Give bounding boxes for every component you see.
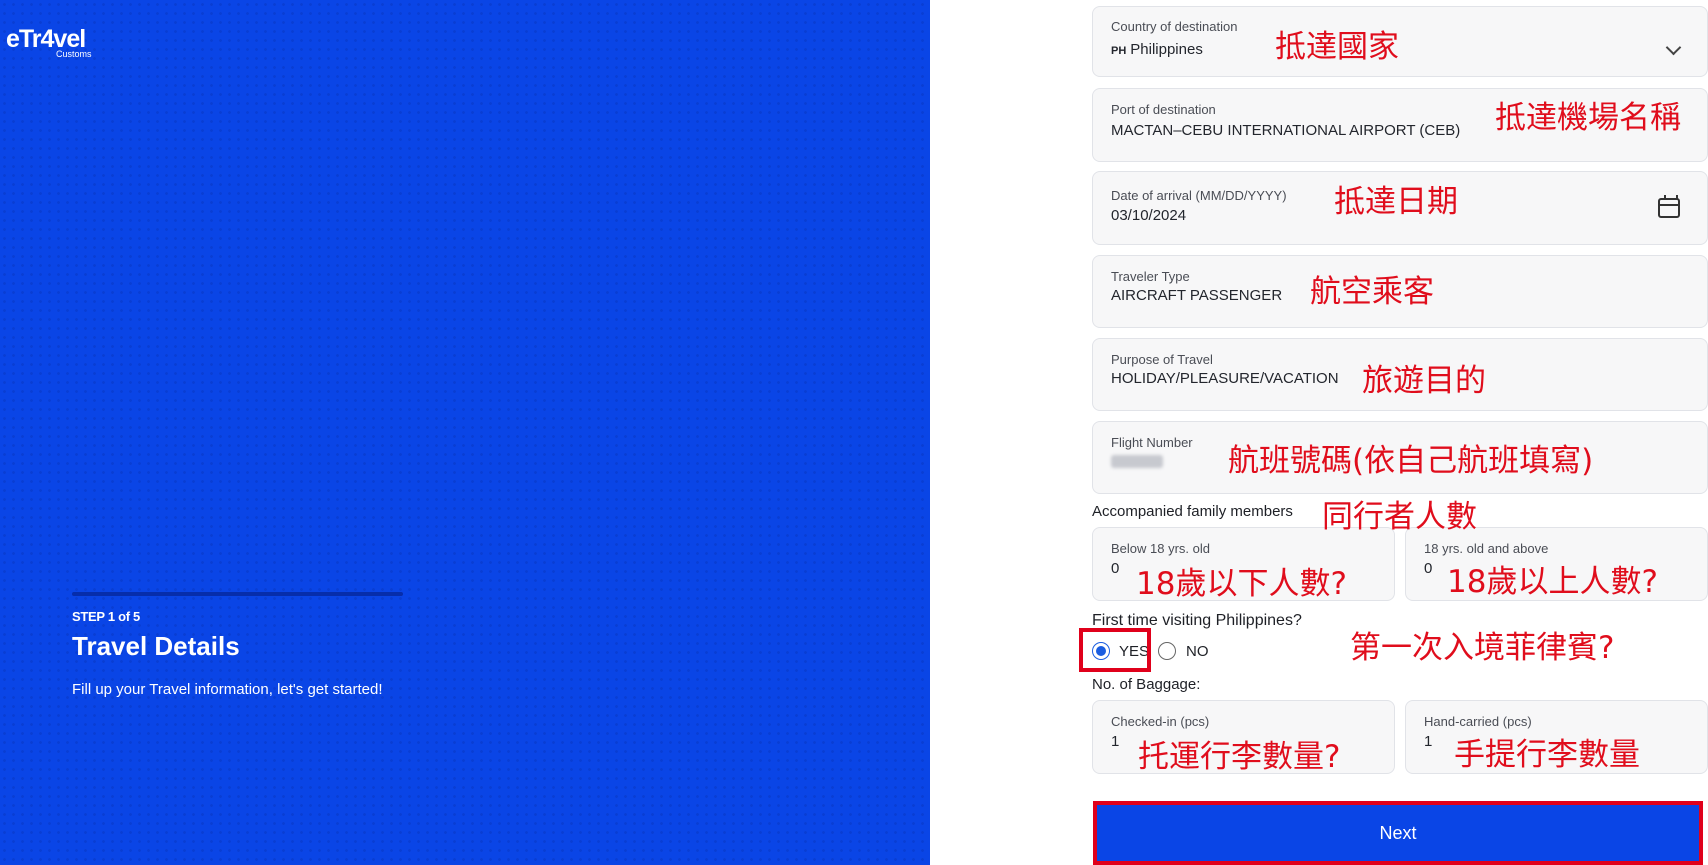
checked-in-value: 1	[1111, 733, 1120, 750]
checked-in-label: Checked-in (pcs)	[1111, 714, 1210, 729]
traveler-type-value: AIRCRAFT PASSENGER	[1111, 287, 1283, 304]
annotation-date: 抵達日期	[1334, 184, 1458, 220]
port-value: MACTAN–CEBU INTERNATIONAL AIRPORT (CEB)	[1111, 122, 1461, 139]
yes-highlight-box	[1079, 628, 1151, 672]
annotation-above18: 18歲以上人數?	[1447, 564, 1658, 600]
purpose-label: Purpose of Travel	[1111, 352, 1213, 367]
no-radio[interactable]	[1158, 642, 1176, 660]
step-indicator: STEP 1 of 5	[72, 609, 140, 624]
traveler-type-label: Traveler Type	[1111, 269, 1190, 284]
annotation-flight: 航班號碼(依自己航班填寫)	[1228, 443, 1594, 479]
redacted-flight-number	[1111, 455, 1163, 468]
above-18-label: 18 yrs. old and above	[1424, 541, 1549, 556]
page-subtitle: Fill up your Travel information, let's g…	[72, 681, 383, 698]
annotation-checked: 托運行李數量?	[1138, 739, 1341, 775]
hand-carried-label: Hand-carried (pcs)	[1424, 714, 1532, 729]
annotation-purpose: 旅遊目的	[1362, 363, 1486, 399]
purpose-value: HOLIDAY/PLEASURE/VACATION	[1111, 370, 1339, 387]
calendar-icon[interactable]	[1658, 195, 1680, 218]
country-value: PH Philippines	[1111, 41, 1203, 58]
no-radio-label[interactable]: NO	[1186, 643, 1209, 660]
country-select[interactable]: Country of destination PH Philippines	[1092, 6, 1708, 77]
annotation-hand: 手提行李數量	[1454, 737, 1640, 773]
flight-number-value	[1111, 455, 1163, 472]
above-18-value: 0	[1424, 560, 1433, 577]
annotation-below18: 18歲以下人數?	[1136, 566, 1347, 602]
annotation-first-time: 第一次入境菲律賓?	[1350, 630, 1615, 666]
page-title: Travel Details	[72, 631, 240, 661]
below-18-value: 0	[1111, 560, 1120, 577]
annotation-family: 同行者人數	[1322, 499, 1477, 535]
arrival-date-value: 03/10/2024	[1111, 207, 1187, 224]
next-button[interactable]: Next	[1093, 801, 1703, 865]
hero-panel: eTr4vel Customs STEP 1 of 5 Travel Detai…	[0, 0, 930, 865]
flight-number-label: Flight Number	[1111, 435, 1193, 450]
chevron-down-icon[interactable]	[1665, 39, 1682, 56]
baggage-label: No. of Baggage:	[1092, 676, 1201, 693]
arrival-date-label: Date of arrival (MM/DD/YYYY)	[1111, 188, 1287, 203]
below-18-label: Below 18 yrs. old	[1111, 541, 1210, 556]
annotation-port: 抵達機場名稱	[1495, 100, 1681, 136]
annotation-country: 抵達國家	[1275, 29, 1399, 65]
port-label: Port of destination	[1111, 102, 1216, 117]
country-name: Philippines	[1130, 41, 1203, 58]
family-members-label: Accompanied family members	[1092, 503, 1293, 520]
country-label: Country of destination	[1111, 19, 1238, 34]
logo-subtext: Customs	[56, 49, 92, 59]
step-progress-bar	[72, 592, 403, 596]
first-time-no-option[interactable]: NO	[1158, 637, 1209, 665]
annotation-traveler: 航空乘客	[1310, 274, 1434, 310]
etravel-logo: eTr4vel Customs	[6, 26, 92, 59]
hand-carried-value: 1	[1424, 733, 1433, 750]
flag-icon: PH	[1111, 45, 1127, 57]
